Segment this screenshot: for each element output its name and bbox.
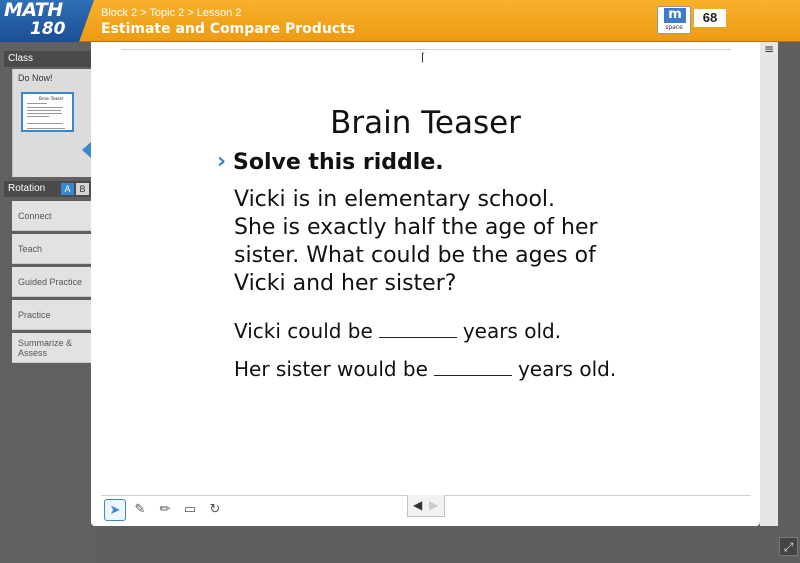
mspace-button[interactable]: m space xyxy=(657,6,691,34)
logo-180: 180 xyxy=(30,19,66,39)
eraser-icon[interactable]: ▭ xyxy=(179,499,201,521)
answer1-blank[interactable] xyxy=(378,324,457,338)
next-slide-icon[interactable]: ▶ xyxy=(429,498,438,512)
answer2-suffix: years old. xyxy=(517,357,617,381)
lesson-sidebar: Class Do Now! Brain Teaser Rotation A B … xyxy=(0,43,97,563)
slide-menu-strip: ≡ xyxy=(760,42,778,526)
rotation-b-button[interactable]: B xyxy=(76,183,89,195)
hamburger-menu-icon[interactable]: ≡ xyxy=(764,42,774,56)
riddle-line: Vicki and her sister? xyxy=(234,271,457,296)
nav-item-summarize-assess[interactable]: Summarize & Assess xyxy=(12,333,91,363)
previous-slide-icon[interactable]: ◀ xyxy=(413,498,422,512)
lesson-title: Estimate and Compare Products xyxy=(101,21,356,37)
mspace-sublabel: space xyxy=(665,24,683,31)
slide-thumbnail[interactable]: Brain Teaser xyxy=(21,92,74,132)
math180-logo[interactable]: MATH 180 xyxy=(0,0,94,42)
class-section-header: Class xyxy=(4,51,91,67)
slide-pager: ◀ ▶ xyxy=(407,495,445,517)
answer1-suffix: years old. xyxy=(462,319,562,343)
answer2-prefix: Her sister would be xyxy=(234,357,428,381)
mspace-icon: m xyxy=(664,8,686,23)
marker-icon[interactable]: ✎ xyxy=(129,499,151,521)
rotation-a-button[interactable]: A xyxy=(61,183,74,195)
pointer-icon[interactable]: ➤ xyxy=(104,499,126,521)
nav-item-teach[interactable]: Teach xyxy=(12,234,91,264)
do-now-label: Do Now! xyxy=(18,73,53,83)
riddle-line: She is exactly half the age of her xyxy=(234,215,598,240)
nav-item-connect[interactable]: Connect xyxy=(12,201,91,231)
slide-title: Brain Teaser xyxy=(330,105,521,141)
points-counter: 68 xyxy=(694,9,726,27)
annotation-toolbar: ➤ ✎ ✏ ▭ ↻ ◀ ▶ xyxy=(101,495,751,525)
riddle-line: Vicki is in elementary school. xyxy=(234,187,556,212)
nav-item-guided-practice[interactable]: Guided Practice xyxy=(12,267,91,297)
fullscreen-expand-icon[interactable]: ⤢ xyxy=(779,537,798,556)
breadcrumb: Block 2 > Topic 2 > Lesson 2 xyxy=(101,7,242,19)
answer-line-vicki: Vicki could be years old. xyxy=(234,319,561,343)
answer-line-sister: Her sister would be years old. xyxy=(234,357,616,381)
rotation-header: Rotation A B xyxy=(4,181,91,197)
pencil-icon[interactable]: ✏ xyxy=(154,499,176,521)
logo-math: MATH xyxy=(4,0,63,21)
rotation-label: Rotation xyxy=(8,183,46,194)
slide-canvas[interactable]: ⌈ Brain Teaser › Solve this riddle. Vick… xyxy=(91,42,760,526)
answer2-blank[interactable] xyxy=(433,362,512,376)
slide-divider xyxy=(121,49,731,50)
answer1-prefix: Vicki could be xyxy=(234,319,373,343)
riddle-line: sister. What could be the ages of xyxy=(234,243,596,268)
pin-icon[interactable]: ⌈ xyxy=(421,51,425,64)
riddle-heading: Solve this riddle. xyxy=(233,150,444,175)
current-slide-indicator xyxy=(82,142,91,158)
app-header: MATH 180 Block 2 > Topic 2 > Lesson 2 Es… xyxy=(0,0,800,42)
do-now-panel[interactable]: Do Now! Brain Teaser xyxy=(12,69,91,177)
chevron-right-icon: › xyxy=(217,149,227,174)
reset-icon[interactable]: ↻ xyxy=(204,499,226,521)
nav-item-practice[interactable]: Practice xyxy=(12,300,91,330)
